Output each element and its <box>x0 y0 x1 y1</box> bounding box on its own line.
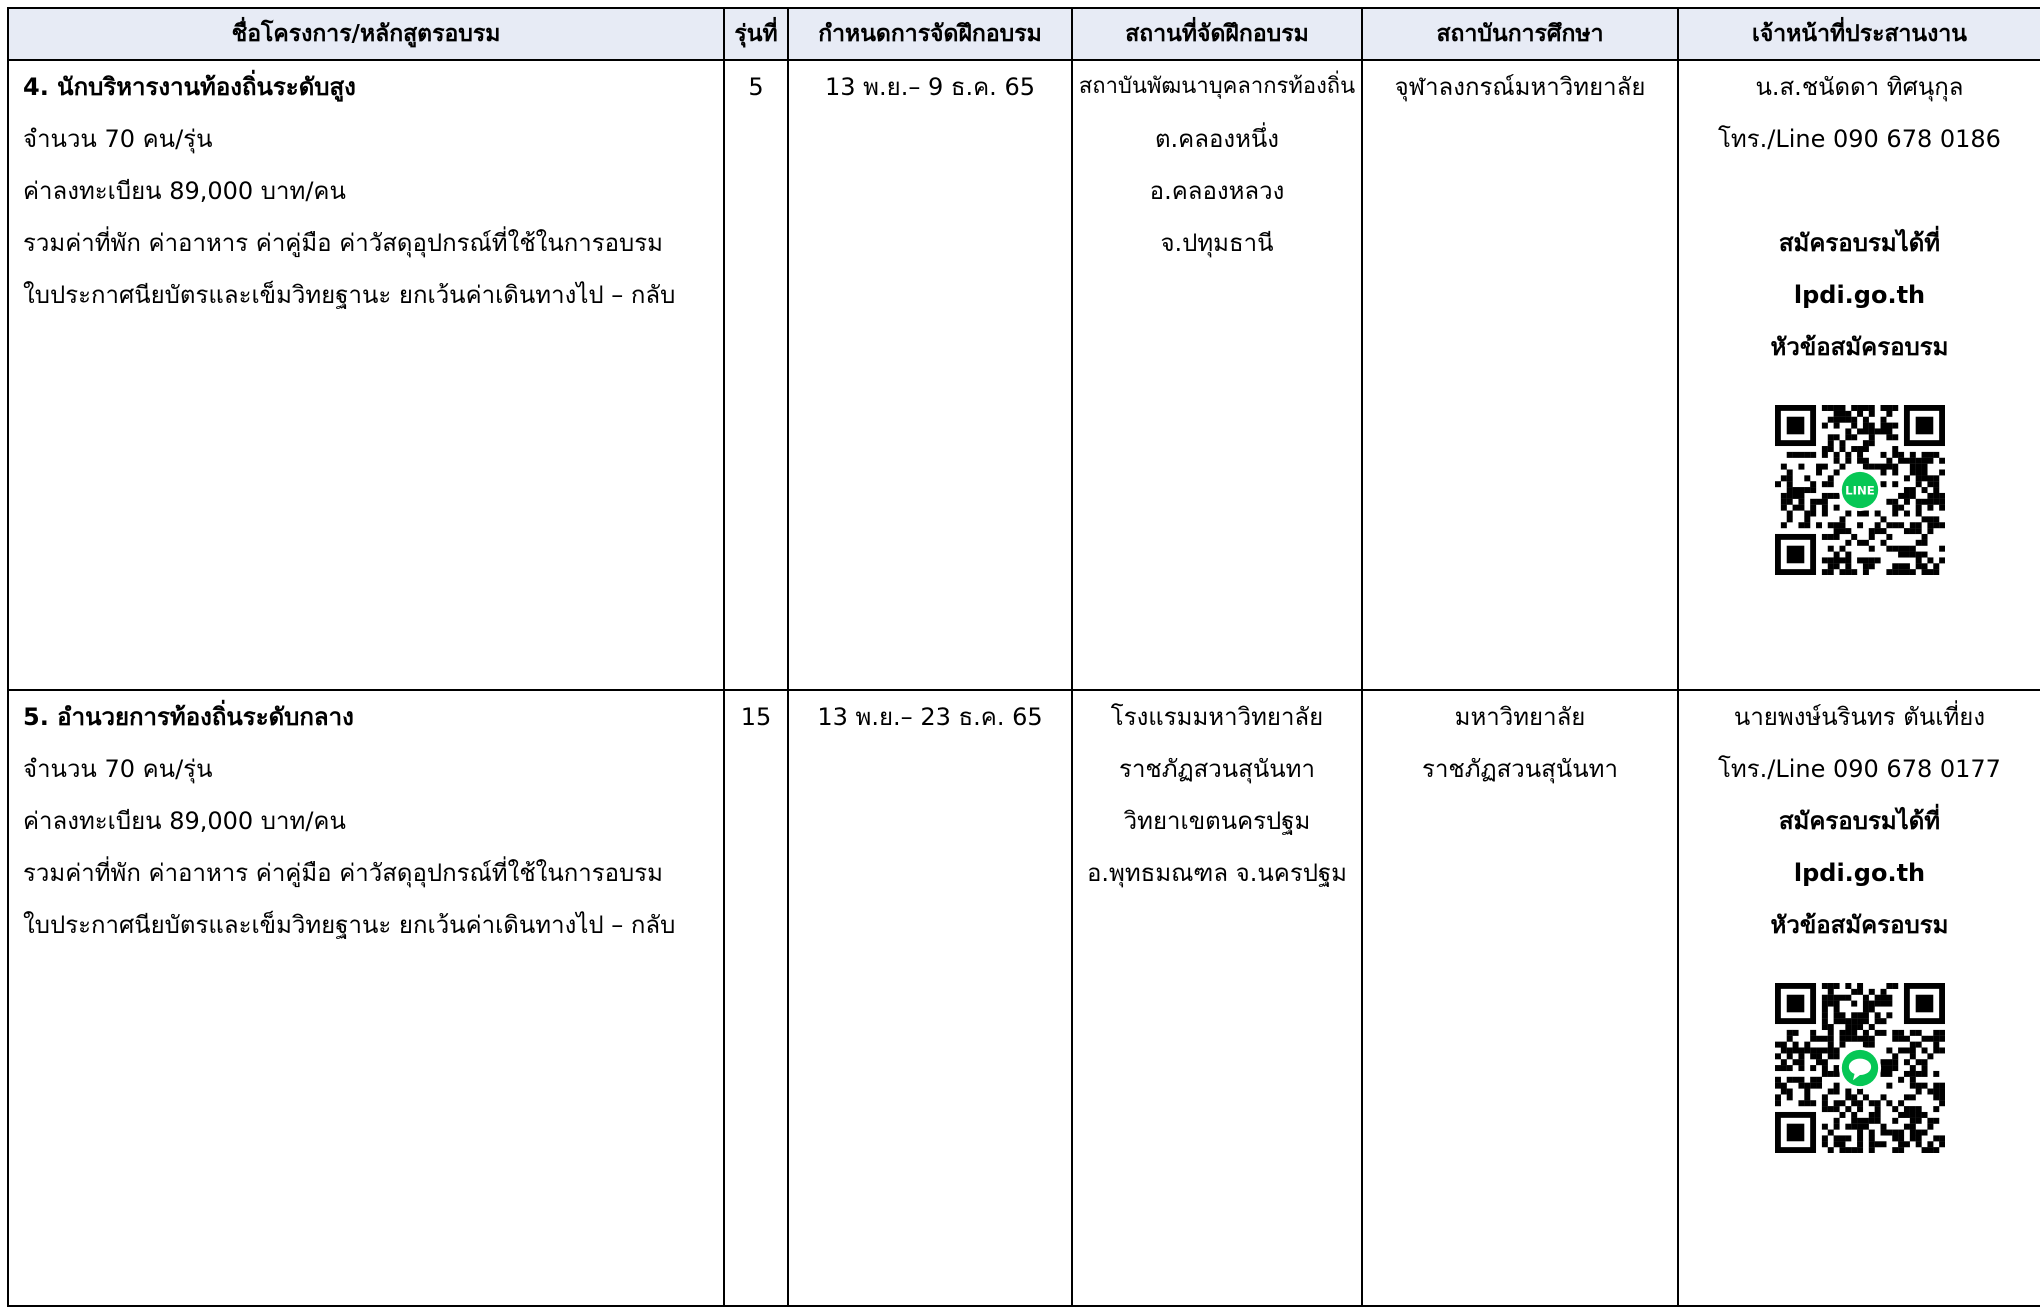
institution-cell: จุฬาลงกรณ์มหาวิทยาลัย <box>1361 59 1679 691</box>
schedule-dates: 13 พ.ย.– 23 ธ.ค. 65 <box>817 703 1043 731</box>
course-detail: ค่าลงทะเบียน 89,000 บาท/คน <box>23 177 346 205</box>
apply-label: สมัครอบรมได้ที่ <box>1778 229 1941 257</box>
batch-cell: 5 <box>723 59 789 691</box>
apply-site: lpdi.go.th <box>1793 859 1926 887</box>
venue-line: อ.คลองหลวง <box>1149 177 1285 205</box>
batch-number: 5 <box>748 73 764 101</box>
venue-line: ราชภัฏสวนสุนันทา <box>1119 755 1315 783</box>
batch-cell: 15 <box>723 689 789 1307</box>
header-schedule: กำหนดการจัดฝึกอบรม <box>787 7 1073 61</box>
venue-line: อ.พุทธมณฑล จ.นครปฐม <box>1086 859 1347 887</box>
course-detail: ใบประกาศนียบัตรและเข็มวิทยฐานะ ยกเว้นค่า… <box>23 911 676 939</box>
institution-line: ราชภัฏสวนสุนันทา <box>1422 755 1618 783</box>
course-detail: ค่าลงทะเบียน 89,000 บาท/คน <box>23 807 346 835</box>
contact-phone: โทร./Line 090 678 0177 <box>1718 755 2001 783</box>
schedule-dates: 13 พ.ย.– 9 ธ.ค. 65 <box>825 73 1035 101</box>
header-contact: เจ้าหน้าที่ประสานงาน <box>1677 7 2040 61</box>
contact-phone: โทร./Line 090 678 0186 <box>1718 125 2001 153</box>
course-cell: 5. อำนวยการท้องถิ่นระดับกลาง จำนวน 70 คน… <box>7 689 725 1307</box>
institution-line: มหาวิทยาลัย <box>1454 703 1586 731</box>
apply-topic: หัวข้อสมัครอบรม <box>1770 333 1949 361</box>
batch-number: 15 <box>740 703 772 731</box>
header-course: ชื่อโครงการ/หลักสูตรอบรม <box>7 7 725 61</box>
table-row: 4. นักบริหารงานท้องถิ่นระดับสูง จำนวน 70… <box>7 59 2040 691</box>
venue-line: ต.คลองหนึ่ง <box>1154 125 1280 153</box>
venue-line: โรงแรมมหาวิทยาลัย <box>1110 703 1324 731</box>
venue-cell: สถาบันพัฒนาบุคลากรท้องถิ่น ต.คลองหนึ่ง อ… <box>1071 59 1363 691</box>
table-header-row: ชื่อโครงการ/หลักสูตรอบรม รุ่นที่ กำหนดกา… <box>7 7 2040 61</box>
course-detail: ใบประกาศนียบัตรและเข็มวิทยฐานะ ยกเว้นค่า… <box>23 281 676 309</box>
table-row: 5. อำนวยการท้องถิ่นระดับกลาง จำนวน 70 คน… <box>7 689 2040 1307</box>
course-detail: รวมค่าที่พัก ค่าอาหาร ค่าคู่มือ ค่าวัสดุ… <box>23 859 663 887</box>
svg-text:LINE: LINE <box>1845 484 1875 498</box>
header-institution: สถาบันการศึกษา <box>1361 7 1679 61</box>
institution-line: จุฬาลงกรณ์มหาวิทยาลัย <box>1394 73 1646 101</box>
apply-site: lpdi.go.th <box>1793 281 1926 309</box>
contact-cell: น.ส.ชนัดดา ทิศนุกุล โทร./Line 090 678 01… <box>1677 59 2040 691</box>
contact-cell: นายพงษ์นรินทร ตันเที่ยง โทร./Line 090 67… <box>1677 689 2040 1307</box>
course-cell: 4. นักบริหารงานท้องถิ่นระดับสูง จำนวน 70… <box>7 59 725 691</box>
venue-cell: โรงแรมมหาวิทยาลัย ราชภัฏสวนสุนันทา วิทยา… <box>1071 689 1363 1307</box>
apply-topic: หัวข้อสมัครอบรม <box>1770 911 1949 939</box>
apply-label: สมัครอบรมได้ที่ <box>1778 807 1941 835</box>
header-batch: รุ่นที่ <box>723 7 789 61</box>
course-detail: จำนวน 70 คน/รุ่น <box>23 755 213 783</box>
training-schedule-table: ชื่อโครงการ/หลักสูตรอบรม รุ่นที่ กำหนดกา… <box>7 7 2040 1307</box>
contact-name: นายพงษ์นรินทร ตันเที่ยง <box>1733 703 1986 731</box>
venue-line: สถาบันพัฒนาบุคลากรท้องถิ่น <box>1078 74 1356 99</box>
schedule-cell: 13 พ.ย.– 23 ธ.ค. 65 <box>787 689 1073 1307</box>
line-qr-code-icon[interactable]: LINE <box>1774 405 1945 575</box>
course-title: 4. นักบริหารงานท้องถิ่นระดับสูง <box>23 73 356 101</box>
course-detail: รวมค่าที่พัก ค่าอาหาร ค่าคู่มือ ค่าวัสดุ… <box>23 229 663 257</box>
contact-name: น.ส.ชนัดดา ทิศนุกุล <box>1755 73 1964 101</box>
institution-cell: มหาวิทยาลัย ราชภัฏสวนสุนันทา <box>1361 689 1679 1307</box>
course-title: 5. อำนวยการท้องถิ่นระดับกลาง <box>23 703 354 731</box>
course-detail: จำนวน 70 คน/รุ่น <box>23 125 213 153</box>
venue-line: จ.ปทุมธานี <box>1160 229 1274 257</box>
schedule-cell: 13 พ.ย.– 9 ธ.ค. 65 <box>787 59 1073 691</box>
line-qr-code-icon[interactable] <box>1774 983 1945 1153</box>
venue-line: วิทยาเขตนครปฐม <box>1123 807 1311 835</box>
header-venue: สถานที่จัดฝึกอบรม <box>1071 7 1363 61</box>
